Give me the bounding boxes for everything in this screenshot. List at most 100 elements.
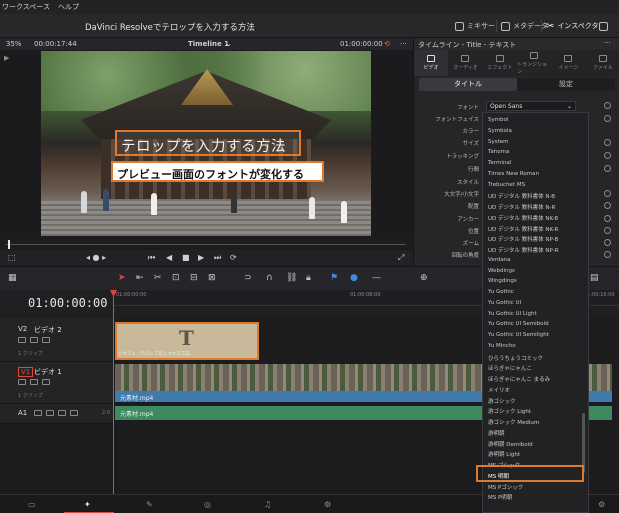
- scrub-track[interactable]: [6, 244, 406, 245]
- snapping-icon[interactable]: ⊃: [244, 273, 252, 283]
- title-clip[interactable]: T テキスト - テロップを入力する方法: [115, 322, 259, 360]
- font-option[interactable]: 游ゴシック Light: [488, 407, 531, 415]
- lock-icon[interactable]: [18, 379, 26, 385]
- more-icon[interactable]: ···: [400, 40, 407, 48]
- media-page-icon[interactable]: ▭: [28, 500, 36, 509]
- lock-icon[interactable]: 🔒︎: [306, 273, 311, 283]
- font-option[interactable]: 游明朝: [488, 429, 505, 437]
- reset-icon[interactable]: [604, 202, 611, 209]
- font-option[interactable]: Terminal: [488, 160, 511, 166]
- trim-tool-icon[interactable]: ⇤: [136, 273, 144, 283]
- font-option[interactable]: ひらうちょうコミック: [488, 354, 543, 362]
- font-option[interactable]: 游明朝 Demibold: [488, 440, 533, 448]
- font-option[interactable]: UD デジタル 教科書体 NP-R: [488, 246, 559, 254]
- color-page-icon[interactable]: ◎: [204, 500, 211, 509]
- mixer-button[interactable]: ミキサー: [455, 19, 495, 33]
- inspector-button[interactable]: ✂ インスペクタ: [546, 19, 598, 33]
- viewer[interactable]: ▶ テロップを入力する方法 プレビュー画面のフォントが変化する: [0, 50, 413, 238]
- zoom-out-icon[interactable]: —: [372, 273, 381, 283]
- fusion-page-icon[interactable]: ✎: [146, 500, 153, 509]
- lock-icon[interactable]: [34, 410, 42, 416]
- marker-icon[interactable]: ●: [350, 273, 358, 283]
- font-option[interactable]: 游ゴシック Medium: [488, 418, 539, 426]
- monitor-icon[interactable]: [42, 379, 50, 385]
- font-option[interactable]: ほらぎゃにゃんこ: [488, 364, 532, 372]
- go-to-start-icon[interactable]: ⏮: [148, 253, 155, 263]
- loop-icon[interactable]: ⟲: [384, 40, 390, 48]
- font-option[interactable]: Yu Gothic UI Light: [488, 311, 537, 317]
- link-icon[interactable]: ⛓: [286, 273, 297, 283]
- more-icon[interactable]: ···: [604, 39, 611, 47]
- fullscreen-icon[interactable]: ⤢: [398, 253, 404, 263]
- safe-area-icon[interactable]: ⬚: [8, 253, 16, 262]
- blade-tool-icon[interactable]: ✂: [154, 273, 162, 283]
- font-option[interactable]: Tahoma: [488, 149, 509, 155]
- font-option[interactable]: UD デジタル 教科書体 NP-B: [488, 235, 558, 243]
- play-icon[interactable]: ▶: [198, 253, 204, 262]
- reset-icon[interactable]: [604, 152, 611, 159]
- settings-icon[interactable]: ⚙: [598, 500, 605, 509]
- chevron-down-icon[interactable]: ⌄: [226, 40, 232, 48]
- dropdown-scrollbar[interactable]: [582, 413, 585, 473]
- font-option[interactable]: 游ゴシック: [488, 397, 516, 405]
- font-option[interactable]: MS P明朝: [488, 493, 512, 501]
- menu-workspace[interactable]: ワークスペース: [2, 2, 50, 12]
- font-option[interactable]: メイリオ: [488, 386, 510, 394]
- track-id[interactable]: V1: [18, 367, 34, 377]
- reset-icon[interactable]: [604, 251, 611, 258]
- track-header-a1[interactable]: A1 2.0: [0, 404, 114, 424]
- caption-box-sub[interactable]: プレビュー画面のフォントが変化する: [111, 161, 324, 182]
- font-option[interactable]: UD デジタル 教科書体 NK-R: [488, 225, 558, 233]
- font-option[interactable]: Webdings: [488, 268, 515, 274]
- side-panel-icon[interactable]: ▶: [4, 54, 9, 62]
- font-option[interactable]: Symbol: [488, 117, 509, 123]
- font-option[interactable]: UD デジタル 教科書体 N-R: [488, 203, 555, 211]
- insert-icon[interactable]: ⊡: [172, 273, 180, 283]
- layout-icon[interactable]: ▦: [8, 273, 17, 283]
- auto-select-icon[interactable]: [46, 410, 54, 416]
- font-option[interactable]: Symbola: [488, 128, 512, 134]
- fairlight-page-icon[interactable]: ♫: [264, 500, 271, 509]
- track-header-v1[interactable]: V1 ビデオ 1 1 クリップ: [0, 362, 114, 404]
- mute-icon[interactable]: [70, 410, 78, 416]
- tab-audio[interactable]: オーディオ: [448, 50, 482, 76]
- track-header-v2[interactable]: V2 ビデオ 2 1 クリップ: [0, 318, 114, 362]
- zoom-level[interactable]: 35%: [6, 40, 22, 48]
- playhead[interactable]: [113, 292, 114, 494]
- viewer-scrubber[interactable]: [0, 238, 413, 250]
- font-option[interactable]: System: [488, 139, 509, 145]
- selection-tool-icon[interactable]: ➤: [118, 273, 126, 283]
- reset-icon[interactable]: [604, 215, 611, 222]
- stop-icon[interactable]: ■: [182, 253, 190, 262]
- flag-icon[interactable]: ⚑: [330, 273, 338, 283]
- caption-box-main[interactable]: テロップを入力する方法: [115, 130, 301, 156]
- font-option[interactable]: MS Pゴシック: [488, 483, 523, 491]
- font-option[interactable]: Yu Gothic UI Semibold: [488, 321, 549, 327]
- font-option[interactable]: Wingdings: [488, 278, 517, 284]
- audio-meter-icon[interactable]: ▤: [590, 273, 599, 283]
- font-option[interactable]: Yu Mincho: [488, 343, 516, 349]
- font-option[interactable]: Times New Roman: [488, 171, 539, 177]
- reset-icon[interactable]: [604, 190, 611, 197]
- lock-icon[interactable]: [18, 337, 26, 343]
- font-option[interactable]: 游明朝 Light: [488, 450, 520, 458]
- timeline-name[interactable]: Timeline 1: [188, 40, 229, 48]
- loop-icon[interactable]: ⟳: [230, 253, 237, 262]
- font-option[interactable]: Yu Gothic: [488, 289, 514, 295]
- overwrite-icon[interactable]: ⊟: [190, 273, 198, 283]
- font-option[interactable]: Verdana: [488, 257, 511, 263]
- video-preview[interactable]: テロップを入力する方法 プレビュー画面のフォントが変化する: [41, 51, 371, 236]
- subtab-settings[interactable]: 設定: [517, 78, 615, 91]
- font-option[interactable]: UD デジタル 教科書体 NK-B: [488, 214, 558, 222]
- go-to-end-icon[interactable]: ⏭: [214, 253, 221, 263]
- edit-page-icon[interactable]: ✦: [84, 500, 91, 509]
- solo-icon[interactable]: [58, 410, 66, 416]
- menu-help[interactable]: ヘルプ: [58, 2, 79, 12]
- font-option[interactable]: UD デジタル 教科書体 N-B: [488, 192, 555, 200]
- reset-icon[interactable]: [604, 165, 611, 172]
- auto-select-icon[interactable]: [30, 337, 38, 343]
- reset-icon[interactable]: [604, 115, 611, 122]
- scrub-playhead[interactable]: [8, 240, 10, 249]
- tab-image[interactable]: イメージ: [551, 50, 585, 76]
- reset-icon[interactable]: [604, 139, 611, 146]
